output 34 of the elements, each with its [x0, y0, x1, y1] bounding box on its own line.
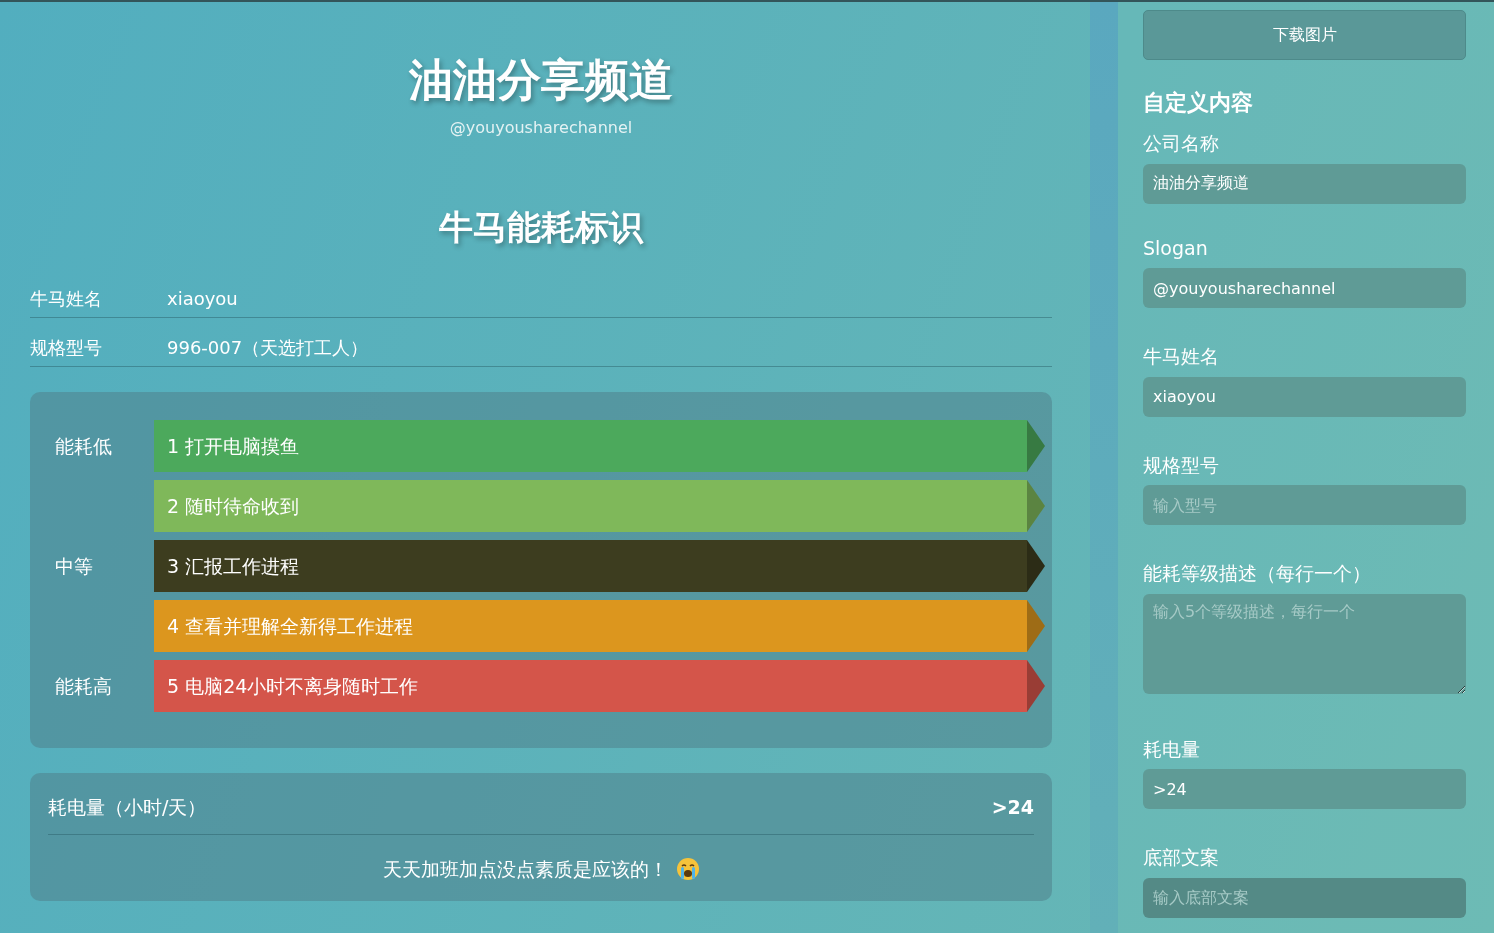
info-label: 规格型号 [30, 336, 103, 361]
input-field[interactable]: 输入底部文案 [1143, 877, 1466, 918]
arrow-tip-icon [1027, 420, 1045, 473]
footer-text: 天天加班加点没点素质是应该的！ [382, 856, 668, 882]
crying-emoji-icon [675, 857, 700, 882]
field-label: 规格型号 [1143, 453, 1219, 476]
slogan-text: @youyousharechannel [449, 117, 633, 140]
company-title: 油油分享频道 [409, 56, 673, 105]
arrow-tip-icon [1027, 600, 1045, 653]
field-label: 牛马姓名 [1143, 345, 1219, 367]
info-label: 牛马姓名 [30, 287, 103, 312]
field-label: 能耗等级描述（每行一个） [1143, 562, 1371, 584]
level-side-label: 能耗低 [55, 435, 112, 458]
power-label: 耗电量（小时/天） [48, 795, 207, 821]
info-value: xiaoyou [167, 287, 238, 312]
field-label: 底部文案 [1143, 846, 1219, 868]
power-value: >24 [991, 795, 1034, 821]
field-label: 耗电量 [1143, 737, 1200, 760]
section-heading: 自定义内容 [1143, 89, 1254, 117]
input-field[interactable]: >24 [1143, 769, 1466, 809]
arrow-tip-icon [1027, 540, 1045, 593]
download-button[interactable]: 下载图片 [1143, 10, 1466, 60]
field-label: 公司名称 [1143, 132, 1219, 154]
level-side-label: 中等 [55, 555, 93, 578]
level-side-label: 能耗高 [55, 675, 112, 698]
arrow-tip-icon [1027, 660, 1045, 713]
info-value: 996-007（天选打工人） [167, 336, 369, 361]
arrow-tip-icon [1027, 480, 1045, 533]
input-field[interactable]: @youyousharechannel [1143, 268, 1466, 308]
input-field[interactable]: 输入型号 [1143, 485, 1466, 525]
input-field[interactable]: xiaoyou [1143, 376, 1466, 417]
label-title: 牛马能耗标识 [439, 206, 643, 250]
field-label: Slogan [1143, 236, 1208, 259]
input-field[interactable]: 油油分享频道 [1143, 163, 1466, 204]
